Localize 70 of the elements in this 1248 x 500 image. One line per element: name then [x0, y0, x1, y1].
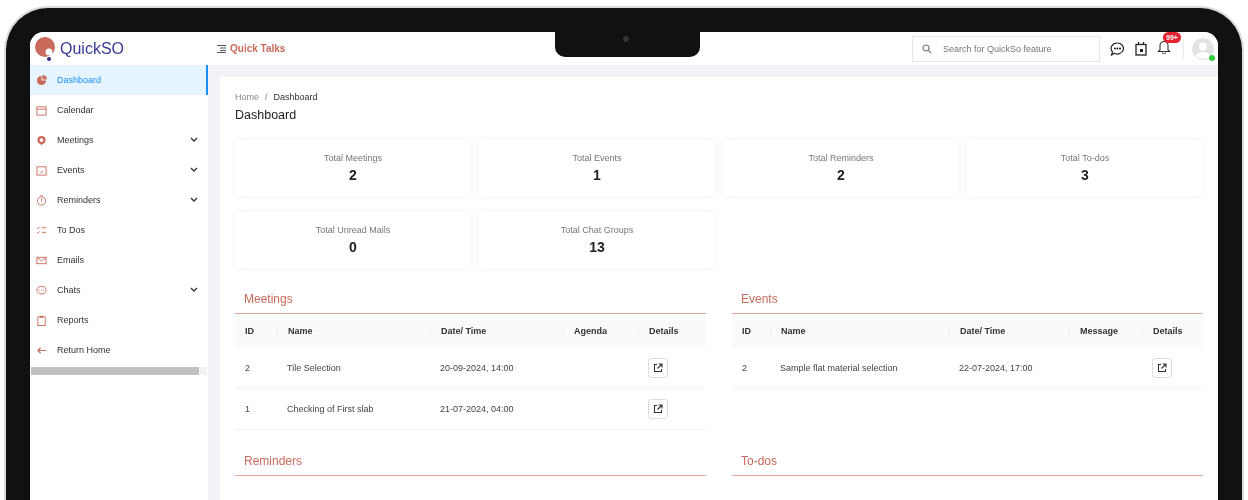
- stopwatch-icon: [36, 194, 47, 206]
- column-header: Details: [1142, 326, 1203, 336]
- external-link-icon: [653, 363, 663, 373]
- sidebar-item[interactable]: Reports: [30, 305, 208, 335]
- stat-value: 2: [837, 167, 845, 183]
- clipboard-icon: [36, 314, 47, 326]
- table-cell-text: 2: [741, 363, 748, 373]
- calendar-icon: [36, 104, 47, 116]
- column-header: ID: [741, 326, 752, 336]
- column-header: ID: [244, 326, 255, 336]
- sidebar-item[interactable]: Return Home: [30, 335, 208, 365]
- logo-text: QuickSO: [60, 39, 124, 58]
- column-header: Message: [1069, 326, 1142, 336]
- stat-value: 13: [589, 239, 605, 255]
- stat-label: Total Chat Groups: [560, 225, 634, 235]
- details-button[interactable]: [1152, 358, 1172, 378]
- column-header: Name: [277, 326, 430, 336]
- column-header: Name: [770, 326, 949, 336]
- external-link-icon: [1157, 363, 1167, 373]
- sidebar-item[interactable]: Emails: [30, 245, 208, 275]
- menu-icon: [217, 44, 226, 53]
- bell-icon[interactable]: [1157, 39, 1171, 54]
- breadcrumb-item: Dashboard: [273, 92, 318, 102]
- table-cell-text: 22-07-2024, 17:00: [958, 363, 1034, 373]
- calendar-icon[interactable]: [1135, 41, 1147, 56]
- sidebar-item[interactable]: Calendar: [30, 95, 208, 125]
- table-cell-text: 2: [244, 363, 251, 373]
- column-header: Date/ Time: [949, 326, 1069, 336]
- stat-value: 3: [1081, 167, 1089, 183]
- chat-icon[interactable]: [1110, 41, 1125, 56]
- camera-icon: [623, 36, 629, 42]
- stat-label: Total Reminders: [808, 153, 874, 163]
- logo-icon: [34, 35, 58, 62]
- sidebar-item[interactable]: Meetings: [30, 125, 208, 155]
- sidebar-item[interactable]: Events: [30, 155, 208, 185]
- section-title: To-dos: [732, 452, 1203, 476]
- stat-label: Total Events: [572, 153, 622, 163]
- stat-value: 1: [593, 167, 601, 183]
- breadcrumb-separator: /: [265, 92, 268, 102]
- pie-chart-icon: [36, 74, 47, 86]
- mail-icon: [36, 254, 47, 266]
- column-header: Date/ Time: [430, 326, 563, 336]
- section-title: Reminders: [235, 452, 706, 476]
- table-cell-text: Sample flat material selection: [779, 363, 899, 373]
- page-title: Dashboard: [235, 108, 298, 122]
- calendar-check-icon: [36, 164, 47, 176]
- search-field[interactable]: Search for QuickSo feature: [912, 35, 1100, 62]
- stat-value: 0: [349, 239, 357, 255]
- stat-label: Total Meetings: [324, 153, 382, 163]
- external-link-icon: [653, 404, 663, 414]
- column-header: Details: [638, 326, 706, 336]
- column-header: Agenda: [563, 326, 638, 336]
- stat-label: Total To-dos: [1060, 153, 1110, 163]
- table-cell-text: Checking of First slab: [286, 404, 375, 414]
- quick-talks-link[interactable]: Quick Talks: [217, 43, 286, 54]
- table-cell-text: Tile Selection: [286, 363, 342, 373]
- chat-icon: [36, 284, 47, 296]
- checklist-icon: [36, 224, 47, 236]
- table-cell-text: 21-07-2024, 04:00: [439, 404, 515, 414]
- sidebar-item[interactable]: Chats: [30, 275, 208, 305]
- sidebar-item[interactable]: To Dos: [30, 215, 208, 245]
- table-cell-text: 20-09-2024, 14:00: [439, 363, 515, 373]
- stat-value: 2: [349, 167, 357, 183]
- table-cell-text: 1: [244, 404, 251, 414]
- breadcrumb-item[interactable]: Home: [235, 92, 259, 102]
- scrollbar[interactable]: [31, 367, 207, 375]
- details-button[interactable]: [648, 399, 668, 419]
- sidebar-item[interactable]: Reminders: [30, 185, 208, 215]
- stat-label: Total Unread Mails: [315, 225, 391, 235]
- details-button[interactable]: [648, 358, 668, 378]
